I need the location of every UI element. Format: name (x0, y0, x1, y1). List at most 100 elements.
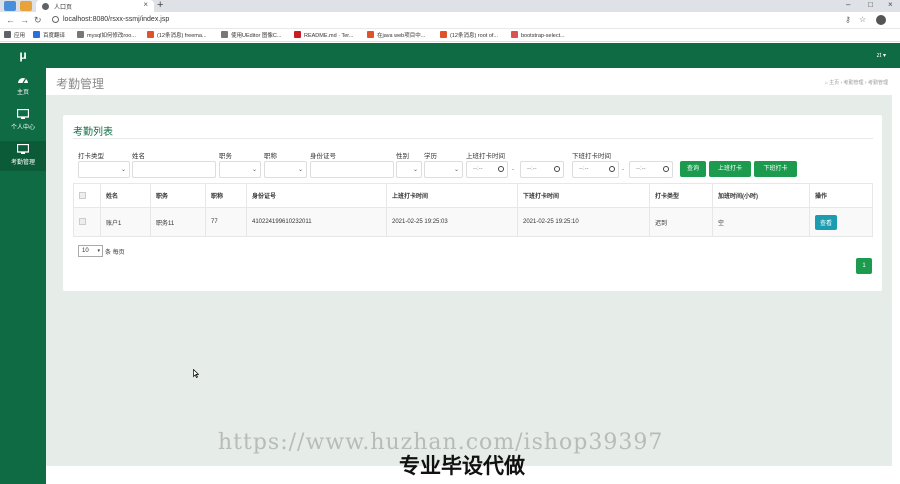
time-placeholder: --:-- (636, 166, 646, 172)
site-info-icon[interactable] (52, 16, 59, 23)
education-select[interactable]: ⌄ (424, 161, 463, 178)
time-placeholder: --:-- (527, 166, 537, 172)
monitor-icon (17, 144, 29, 154)
bookmark-item[interactable]: (12条消息) root of... (440, 31, 498, 39)
clock-in-end-time[interactable]: --:-- (520, 161, 564, 178)
sidebar-item-label: 考勤管理 (10, 160, 35, 166)
filter-label-position: 职务 (219, 153, 232, 160)
column-header: 操作 (809, 183, 873, 208)
clock-out-start-time[interactable]: --:-- (572, 161, 619, 178)
search-button[interactable]: 查询 (680, 161, 706, 177)
tab-title: 人口页 (54, 5, 73, 11)
clock-icon (498, 166, 504, 172)
bookmarks-bar: 应用 百度翻译 mysql如何修改roo... (12条消息) freema... 使用… (0, 29, 900, 42)
attendance-card: 考勤列表 打卡类型 姓名 职务 职称 身份证号 性别 学历 上班打卡时间 下班打… (63, 115, 882, 291)
bookmark-favicon-icon (294, 31, 301, 38)
column-header: 职称 (205, 183, 247, 208)
clock-icon (663, 166, 669, 172)
tab-close-icon[interactable]: × (143, 0, 148, 9)
clock-out-end-time[interactable]: --:-- (629, 161, 673, 178)
clock-icon (609, 166, 615, 172)
view-button[interactable]: 查看 (815, 214, 838, 230)
time-placeholder: --:-- (473, 166, 483, 172)
logo: μ (19, 48, 27, 62)
sidebar-item-attendance[interactable]: 考勤管理 (0, 141, 46, 171)
range-dash: - (622, 167, 624, 173)
rank-select[interactable]: ⌄ (264, 161, 307, 178)
sidebar-item-home[interactable]: 主页 (0, 73, 46, 101)
time-placeholder: --:-- (579, 166, 589, 172)
chevron-down-icon: ▾ (97, 248, 100, 254)
dashboard-icon (18, 78, 28, 84)
id-number-input[interactable] (310, 161, 394, 178)
attendance-table: 姓名 职务 职称 身份证号 上班打卡时间 下班打卡时间 打卡类型 加班时间(小时… (73, 183, 873, 237)
user-menu[interactable]: zt ▾ (877, 52, 886, 59)
column-header: 打卡类型 (649, 183, 713, 208)
column-header: 下班打卡时间 (517, 183, 650, 208)
position-select[interactable]: ⌄ (219, 161, 261, 178)
bookmark-favicon-icon (33, 31, 40, 38)
pagination-page-1[interactable]: 1 (856, 258, 872, 274)
minimize-icon[interactable]: – (846, 0, 850, 9)
gender-select[interactable]: ⌄ (396, 161, 422, 178)
checkbox-icon (79, 218, 86, 226)
bookmark-label: 在java web项目中... (377, 33, 426, 39)
bookmark-item[interactable]: 在java web项目中... (367, 31, 425, 39)
forward-icon[interactable]: → (20, 15, 29, 25)
bookmark-item[interactable]: README.md · Ter... (294, 31, 353, 39)
key-icon[interactable]: ⚷ (845, 15, 851, 24)
page-header: 考勤管理 ⌂ 主页 › 考勤管理 › 考勤管理 (46, 68, 892, 96)
bookmark-label: 应用 (14, 33, 26, 39)
breadcrumb: ⌂ 主页 › 考勤管理 › 考勤管理 (824, 80, 888, 86)
bookmark-label: (12条消息) root of... (450, 33, 498, 39)
cell-action: 查看 (809, 207, 873, 237)
top-navbar: zt ▾ (46, 43, 900, 68)
bookmark-item[interactable]: bootstrap-select... (511, 31, 565, 39)
maximize-icon[interactable]: □ (868, 0, 873, 9)
window-close-icon[interactable]: × (888, 0, 893, 9)
cell-id-number: 410224199610232011 (246, 207, 387, 237)
filter-label-rank: 职称 (264, 153, 277, 160)
bookmark-item[interactable]: mysql如何修改roo... (77, 31, 136, 39)
new-tab-icon[interactable]: + (157, 0, 163, 11)
bookmark-item[interactable]: 百度翻译 (33, 31, 65, 39)
table-row: 账户1 职务11 77 410224199610232011 2021-02-2… (73, 207, 873, 237)
tab-favicon-icon (42, 3, 49, 10)
name-input[interactable] (132, 161, 216, 178)
bookmark-item[interactable]: 使用UEditor 图像C... (221, 31, 281, 39)
sidebar-item-profile[interactable]: 个人中心 (0, 107, 46, 135)
bookmark-star-icon[interactable]: ☆ (859, 15, 866, 24)
bookmark-label: README.md · Ter... (304, 33, 354, 39)
cell-position: 职务11 (150, 207, 206, 237)
bookmark-item[interactable]: (12条消息) freema... (147, 31, 207, 39)
select-all-checkbox[interactable] (73, 183, 101, 208)
row-checkbox[interactable] (73, 207, 101, 237)
account-avatar-icon[interactable] (876, 15, 886, 25)
bookmark-label: 百度翻译 (43, 33, 66, 39)
column-header: 职务 (150, 183, 206, 208)
reload-icon[interactable]: ↻ (34, 15, 42, 26)
clock-out-button[interactable]: 下班打卡 (754, 161, 797, 177)
cell-overtime: 空 (712, 207, 810, 237)
table-header-row: 姓名 职务 职称 身份证号 上班打卡时间 下班打卡时间 打卡类型 加班时间(小时… (73, 183, 873, 208)
monitor-icon (17, 109, 29, 119)
clock-in-start-time[interactable]: --:-- (466, 161, 508, 178)
chevron-down-icon: ⌄ (120, 167, 126, 173)
filter-label-name: 姓名 (132, 153, 145, 160)
extension-icon[interactable] (20, 1, 32, 11)
filter-label-education: 学历 (424, 153, 437, 160)
right-gutter (892, 68, 900, 484)
bookmark-label: bootstrap-select... (521, 33, 565, 39)
bookmark-label: (12条消息) freema... (157, 33, 207, 39)
url-field[interactable]: localhost:8080/rsxx-ssmj/index.jsp (48, 14, 843, 27)
cell-rank: 77 (205, 207, 247, 237)
bookmark-favicon-icon (511, 31, 518, 38)
back-icon[interactable]: ← (6, 15, 15, 25)
app-launcher-icon[interactable] (4, 1, 16, 11)
bookmark-item[interactable]: 应用 (4, 31, 25, 39)
punch-type-select[interactable]: ⌄ (78, 161, 130, 178)
clock-in-button[interactable]: 上班打卡 (709, 161, 751, 177)
range-dash: - (512, 167, 514, 173)
browser-tab[interactable]: 人口页 × (36, 0, 154, 12)
page-size-select[interactable]: 10 ▾ (78, 245, 103, 257)
